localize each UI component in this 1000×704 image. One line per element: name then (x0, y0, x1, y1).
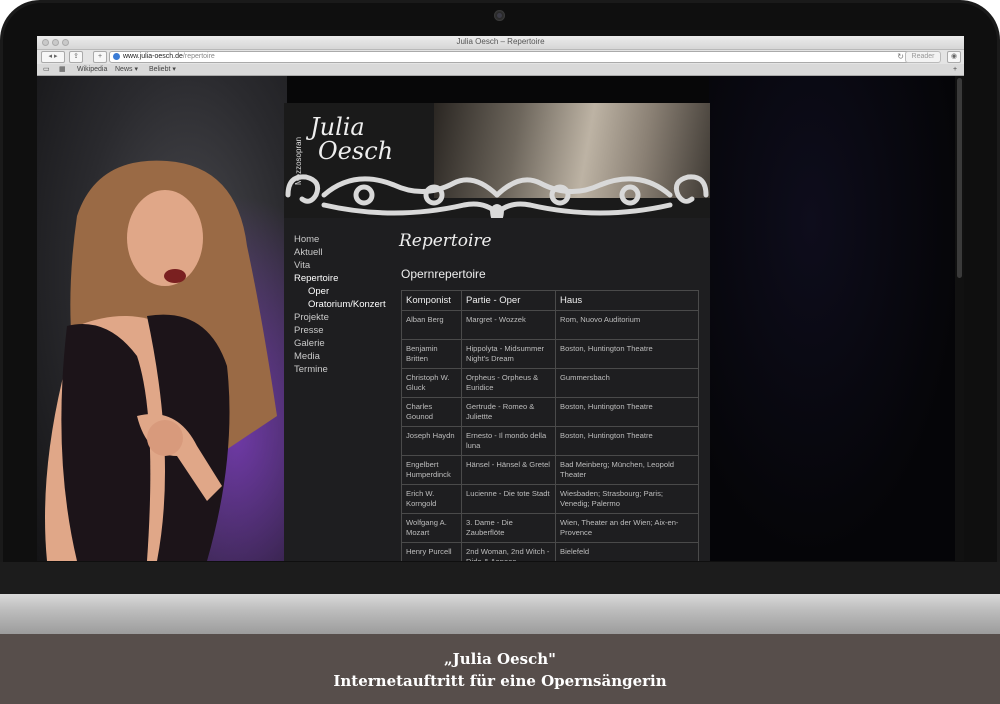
cell-haus: Boston, Huntington Theatre (555, 397, 699, 427)
nav-projekte[interactable]: Projekte (294, 311, 386, 324)
cell-komponist: Alban Berg (401, 310, 462, 340)
table-header-row: Komponist Partie - Oper Haus (401, 290, 699, 311)
cell-haus: Rom, Nuovo Auditorium (555, 310, 699, 340)
screen: Julia Oesch – Repertoire ◂ ▸ ⇪ + www.jul… (37, 36, 964, 561)
url-domain: www.julia-oesch.de (123, 53, 183, 60)
table-row: Christoph W. Gluck Orpheus - Orpheus & Eu… (401, 368, 699, 398)
table-row: Engelbert Humperdinck Hänsel - Hänsel & G… (401, 455, 699, 485)
site-panel: Mezzosopran Julia Oesch Home Aktuell Vit… (284, 103, 710, 561)
url-path: /repertoire (182, 53, 215, 60)
cell-haus: Boston, Huntington Theatre (555, 426, 699, 456)
laptop-base (0, 594, 1000, 634)
table-row: Joseph Haydn Ernesto - Il mondo della lun… (401, 426, 699, 456)
cell-partie: Gertrude - Romeo & Juliettte (461, 397, 556, 427)
nav-oper[interactable]: Oper (294, 285, 386, 298)
page-scrollbar[interactable] (955, 76, 964, 561)
table-row: Wolfgang A. Mozart 3. Dame - Die Zauberfl… (401, 513, 699, 543)
share-button[interactable]: ⇪ (69, 51, 83, 63)
table-row: Charles Gounod Gertrude - Romeo & Juliett… (401, 397, 699, 427)
cell-partie: Lucienne - Die tote Stadt (461, 484, 556, 514)
nav-repertoire[interactable]: Repertoire (294, 272, 386, 285)
cell-komponist: Benjamin Britten (401, 339, 462, 369)
section-title: Opernrepertoire (401, 267, 486, 281)
cell-haus: Bad Meinberg; München, Leopold Theater (555, 455, 699, 485)
cell-haus: Wien, Theater an der Wien; Aix-en-Proven… (555, 513, 699, 543)
table-row: Benjamin Britten Hippolyta - Midsummer Ni… (401, 339, 699, 369)
cell-partie: Hänsel - Hänsel & Gretel (461, 455, 556, 485)
table-row: Alban Berg Margret - Wozzek Rom, Nuovo Aud… (401, 310, 699, 340)
table-row: Erich W. Korngold Lucienne - Die tote Sta… (401, 484, 699, 514)
scrollbar-thumb[interactable] (957, 78, 962, 278)
ornament-icon (285, 174, 709, 218)
cell-haus: Bielefeld (555, 542, 699, 561)
cell-haus: Gummersbach (555, 368, 699, 398)
cell-partie: 2nd Woman, 2nd Witch - Dido & Aeneas (461, 542, 556, 561)
page-title: Repertoire (399, 231, 492, 251)
caption-title: „Julia Oesch" (444, 650, 556, 668)
nav-oratorium-konzert[interactable]: Oratorium/Konzert (294, 298, 386, 311)
cell-haus: Boston, Huntington Theatre (555, 339, 699, 369)
cell-partie: 3. Dame - Die Zauberflöte (461, 513, 556, 543)
window-titlebar: Julia Oesch – Repertoire (37, 36, 964, 50)
main-navigation: Home Aktuell Vita Repertoire Oper Orator… (294, 233, 386, 376)
background-stage-right (709, 76, 964, 561)
nav-aktuell[interactable]: Aktuell (294, 246, 386, 259)
top-sites-icon[interactable]: ▦ (59, 64, 66, 75)
nav-vita[interactable]: Vita (294, 259, 386, 272)
singer-photo (37, 156, 287, 561)
nav-media[interactable]: Media (294, 350, 386, 363)
cell-partie: Orpheus - Orpheus & Euridice (461, 368, 556, 398)
cell-partie: Ernesto - Il mondo della luna (461, 426, 556, 456)
nav-home[interactable]: Home (294, 233, 386, 246)
bookmark-news[interactable]: News ▾ (115, 64, 138, 75)
back-forward-buttons[interactable]: ◂ ▸ (41, 51, 65, 63)
table-row: Henry Purcell2nd Woman, 2nd Witch - Dido… (401, 542, 699, 561)
new-tab-button[interactable]: + (93, 51, 107, 63)
column-header-komponist: Komponist (401, 290, 462, 311)
reader-button[interactable]: Reader (905, 51, 941, 63)
bookmark-wikipedia[interactable]: Wikipedia (77, 64, 107, 75)
camera-icon (494, 10, 505, 21)
address-bar[interactable]: www.julia-oesch.de/repertoire ↻ (109, 51, 911, 63)
cell-komponist: Erich W. Korngold (401, 484, 462, 514)
cell-partie: Margret - Wozzek (461, 310, 556, 340)
reading-list-icon[interactable]: ▭ (43, 64, 50, 75)
cell-komponist: Charles Gounod (401, 397, 462, 427)
bookmarks-bar: ▭ ▦ Wikipedia News ▾ Beliebt ▾ + (37, 64, 964, 76)
add-bookmark-icon[interactable]: + (953, 64, 957, 75)
cell-komponist: Engelbert Humperdinck (401, 455, 462, 485)
browser-toolbar: ◂ ▸ ⇪ + www.julia-oesch.de/repertoire ↻ … (37, 50, 964, 64)
caption-subtitle: Internetauftritt für eine Opernsängerin (333, 672, 667, 690)
column-header-haus: Haus (555, 290, 699, 311)
cell-haus: Wiesbaden; Strasbourg; Paris; Venedig; P… (555, 484, 699, 514)
nav-presse[interactable]: Presse (294, 324, 386, 337)
cell-komponist: Henry Purcell (401, 542, 462, 561)
nav-termine[interactable]: Termine (294, 363, 386, 376)
nav-galerie[interactable]: Galerie (294, 337, 386, 350)
cell-komponist: Christoph W. Gluck (401, 368, 462, 398)
bookmark-beliebt[interactable]: Beliebt ▾ (149, 64, 176, 75)
globe-icon (113, 53, 120, 60)
page-content: Mezzosopran Julia Oesch Home Aktuell Vit… (37, 76, 964, 561)
logo-last-name[interactable]: Oesch (318, 137, 393, 165)
downloads-button[interactable]: ◉ (947, 51, 961, 63)
cell-komponist: Joseph Haydn (401, 426, 462, 456)
repertoire-table: Komponist Partie - Oper Haus Alban Berg M… (401, 290, 699, 561)
laptop-chin (0, 562, 1000, 594)
window-title: Julia Oesch – Repertoire (456, 37, 545, 46)
column-header-partie: Partie - Oper (461, 290, 556, 311)
cell-komponist: Wolfgang A. Mozart (401, 513, 462, 543)
caption-bar: „Julia Oesch" Internetauftritt für eine … (0, 634, 1000, 704)
cell-partie: Hippolyta - Midsummer Night's Dream (461, 339, 556, 369)
site-header: Mezzosopran Julia Oesch (284, 103, 710, 218)
reload-icon[interactable]: ↻ (897, 52, 904, 62)
